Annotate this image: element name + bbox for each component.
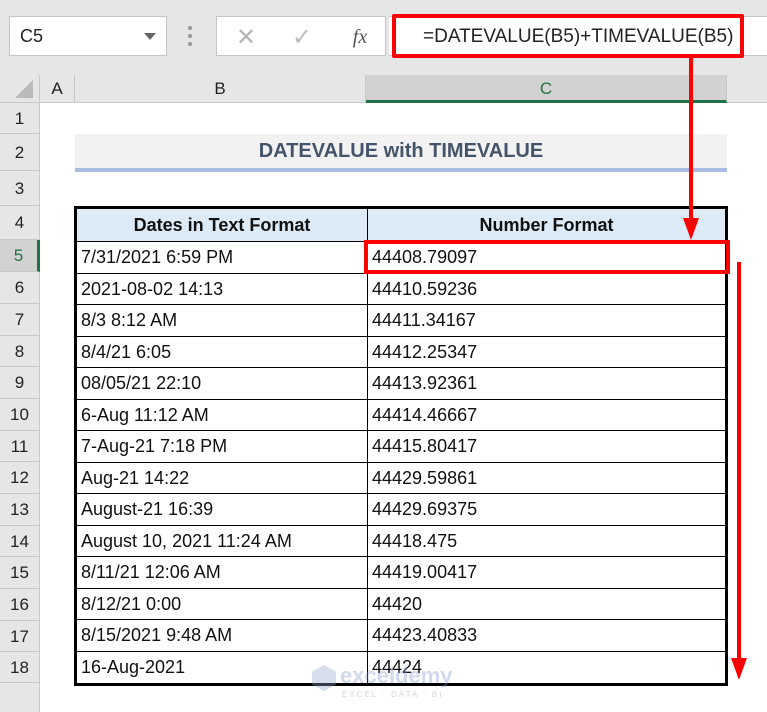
- header-dates-in-text-format[interactable]: Dates in Text Format: [77, 209, 368, 241]
- cell-number-format[interactable]: 44418.475: [368, 526, 725, 557]
- sheet-title: DATEVALUE with TIMEVALUE: [258, 140, 544, 162]
- cell-number-format[interactable]: 44411.34167: [368, 305, 725, 336]
- cell-date-text[interactable]: 8/12/21 0:00: [77, 588, 368, 619]
- row-header-7[interactable]: 7: [0, 304, 40, 336]
- select-all-button[interactable]: [0, 75, 40, 103]
- cell-number-format[interactable]: 44429.59861: [368, 463, 725, 494]
- cell-date-text[interactable]: August 10, 2021 11:24 AM: [77, 525, 368, 556]
- table-row: August 10, 2021 11:24 AM 44418.475: [77, 525, 725, 557]
- table-row: 7-Aug-21 7:18 PM 44415.80417: [77, 431, 725, 463]
- header-number-format[interactable]: Number Format: [368, 209, 725, 241]
- fill-arrow-down-icon: [731, 658, 747, 680]
- row-header-17[interactable]: 17: [0, 621, 40, 652]
- table-row: 2021-08-02 14:13 44410.59236: [77, 273, 725, 305]
- table-row: 6-Aug 11:12 AM 44414.46667: [77, 399, 725, 431]
- cell-date-text[interactable]: 8/4/21 6:05: [77, 336, 368, 367]
- row-header-14[interactable]: 14: [0, 526, 40, 557]
- cell-date-text[interactable]: 8/3 8:12 AM: [77, 305, 368, 336]
- watermark-tagline: EXCEL · DATA · BI: [342, 690, 444, 699]
- table-row: 08/05/21 22:10 44413.92361: [77, 368, 725, 400]
- cell-date-text[interactable]: 8/11/21 12:06 AM: [77, 557, 368, 588]
- row-header-4[interactable]: 4: [0, 206, 40, 240]
- cancel-icon[interactable]: ✕: [235, 23, 257, 51]
- insert-function-icon[interactable]: fx: [345, 23, 375, 51]
- cell-date-text[interactable]: 8/15/2021 9:48 AM: [77, 620, 368, 651]
- cell-number-format[interactable]: 44429.69375: [368, 494, 725, 525]
- drag-handle-icon[interactable]: [188, 26, 192, 48]
- select-all-triangle-icon: [15, 80, 33, 98]
- cell-number-format[interactable]: 44412.25347: [368, 337, 725, 368]
- row-header-filler: [0, 683, 40, 712]
- cell-number-format[interactable]: 44410.59236: [368, 274, 725, 305]
- row-header-10[interactable]: 10: [0, 399, 40, 431]
- table-row: 8/11/21 12:06 AM 44419.00417: [77, 557, 725, 589]
- row-header-3[interactable]: 3: [0, 171, 40, 206]
- cell-number-format[interactable]: 44413.92361: [368, 368, 725, 399]
- formula-buttons: ✕ ✓ fx: [216, 16, 386, 56]
- table-row: 8/15/2021 9:48 AM 44423.40833: [77, 620, 725, 652]
- row-header-8[interactable]: 8: [0, 336, 40, 367]
- row-header-2[interactable]: 2: [0, 134, 40, 171]
- cell-date-text[interactable]: 08/05/21 22:10: [77, 368, 368, 399]
- cell-number-format[interactable]: 44419.00417: [368, 557, 725, 588]
- table-header-row: Dates in Text Format Number Format: [77, 209, 725, 242]
- table-row: 8/12/21 0:00 44420: [77, 588, 725, 620]
- cell-number-format[interactable]: 44420: [368, 589, 725, 620]
- row-header-5[interactable]: 5: [0, 240, 40, 272]
- sheet-title-cell[interactable]: DATEVALUE with TIMEVALUE: [75, 134, 727, 172]
- table-row: 8/3 8:12 AM 44411.34167: [77, 305, 725, 337]
- cell-date-text[interactable]: 7/31/2021 6:59 PM: [77, 242, 368, 273]
- selected-cell-highlight: [364, 240, 730, 274]
- row-header-16[interactable]: 16: [0, 589, 40, 621]
- cell-date-text[interactable]: 7-Aug-21 7:18 PM: [77, 431, 368, 462]
- cell-number-format[interactable]: 44423.40833: [368, 620, 725, 651]
- arrow-down-icon: [683, 218, 699, 240]
- column-header-c[interactable]: C: [366, 75, 727, 103]
- row-header-18[interactable]: 18: [0, 652, 40, 683]
- column-header-a[interactable]: A: [40, 75, 75, 103]
- row-header-9[interactable]: 9: [0, 367, 40, 399]
- cell-date-text[interactable]: August-21 16:39: [77, 494, 368, 525]
- row-header-11[interactable]: 11: [0, 431, 40, 462]
- column-headers: A B C: [0, 75, 767, 103]
- cell-date-text[interactable]: 2021-08-02 14:13: [77, 273, 368, 304]
- name-box[interactable]: C5: [9, 16, 167, 56]
- column-header-b[interactable]: B: [75, 75, 366, 103]
- table-row: Aug-21 14:22 44429.59861: [77, 462, 725, 494]
- table-row: August-21 16:39 44429.69375: [77, 494, 725, 526]
- name-box-value: C5: [20, 26, 44, 46]
- row-header-6[interactable]: 6: [0, 272, 40, 304]
- row-header-13[interactable]: 13: [0, 494, 40, 526]
- chevron-down-icon[interactable]: [144, 33, 156, 40]
- check-icon[interactable]: ✓: [289, 23, 315, 51]
- row-header-15[interactable]: 15: [0, 557, 40, 589]
- formula-bar-area: C5 ✕ ✓ fx =DATEVALUE(B5)+TIMEVALUE(B5): [0, 0, 767, 75]
- watermark-name: exceldemy: [340, 663, 453, 688]
- cell-number-format[interactable]: 44415.80417: [368, 431, 725, 462]
- cell-number-format[interactable]: 44414.46667: [368, 400, 725, 431]
- excel-window: C5 ✕ ✓ fx =DATEVALUE(B5)+TIMEVALUE(B5) A…: [0, 0, 767, 712]
- fill-arrow-line: [737, 262, 741, 662]
- formula-arrow-line: [689, 58, 693, 220]
- row-header-1[interactable]: 1: [0, 103, 40, 134]
- data-table: Dates in Text Format Number Format 7/31/…: [74, 206, 728, 686]
- cell-date-text[interactable]: Aug-21 14:22: [77, 462, 368, 493]
- table-row: 8/4/21 6:05 44412.25347: [77, 336, 725, 368]
- cell-date-text[interactable]: 6-Aug 11:12 AM: [77, 399, 368, 430]
- row-header-12[interactable]: 12: [0, 462, 40, 494]
- formula-highlight-box: [392, 14, 744, 58]
